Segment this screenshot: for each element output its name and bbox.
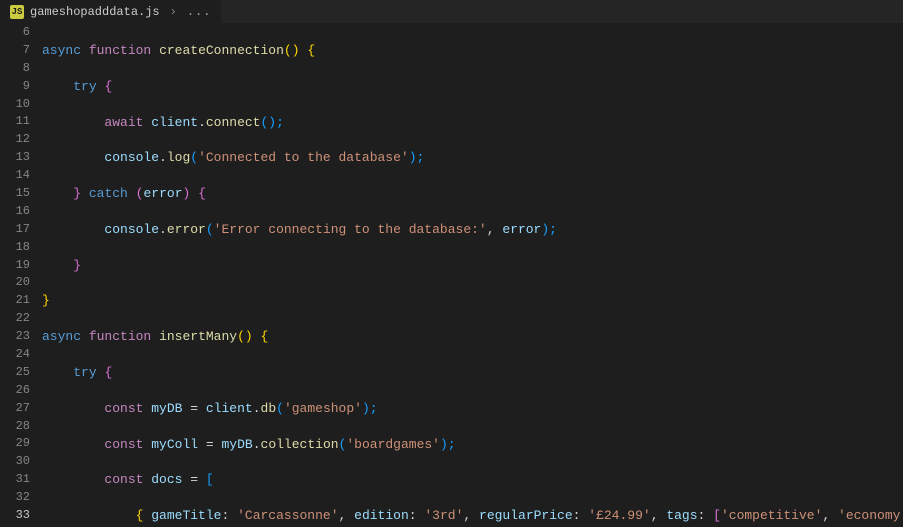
line-number: 30 xyxy=(0,453,30,471)
line-number: 8 xyxy=(0,60,30,78)
line-number: 27 xyxy=(0,400,30,418)
breadcrumb-more[interactable]: ... xyxy=(187,5,212,19)
line-number: 31 xyxy=(0,471,30,489)
editor-tab[interactable]: JS gameshopadddata.js › ... xyxy=(0,0,221,23)
line-number: 20 xyxy=(0,274,30,292)
line-number: 15 xyxy=(0,185,30,203)
line-number: 26 xyxy=(0,382,30,400)
tab-filename: gameshopadddata.js xyxy=(30,5,160,19)
line-number: 28 xyxy=(0,418,30,436)
breadcrumb-bar: JS gameshopadddata.js › ... xyxy=(0,0,903,24)
line-number: 13 xyxy=(0,149,30,167)
line-number: 11 xyxy=(0,113,30,131)
code-editor[interactable]: 6789101112131415161718192021222324252627… xyxy=(0,24,903,527)
line-number: 32 xyxy=(0,489,30,507)
line-number: 9 xyxy=(0,78,30,96)
js-file-icon: JS xyxy=(10,5,24,19)
line-number: 19 xyxy=(0,257,30,275)
line-number: 24 xyxy=(0,346,30,364)
line-number: 12 xyxy=(0,131,30,149)
line-number: 17 xyxy=(0,221,30,239)
line-number: 23 xyxy=(0,328,30,346)
line-number: 21 xyxy=(0,292,30,310)
line-number: 25 xyxy=(0,364,30,382)
line-number: 14 xyxy=(0,167,30,185)
line-number: 33 xyxy=(0,507,30,525)
code-area[interactable]: async function createConnection() { try … xyxy=(42,24,903,527)
line-number: 10 xyxy=(0,96,30,114)
chevron-right-icon: › xyxy=(166,5,181,19)
line-number: 6 xyxy=(0,24,30,42)
line-number: 22 xyxy=(0,310,30,328)
line-number: 29 xyxy=(0,435,30,453)
line-number-gutter: 6789101112131415161718192021222324252627… xyxy=(0,24,42,527)
line-number: 18 xyxy=(0,239,30,257)
line-number: 16 xyxy=(0,203,30,221)
line-number: 7 xyxy=(0,42,30,60)
